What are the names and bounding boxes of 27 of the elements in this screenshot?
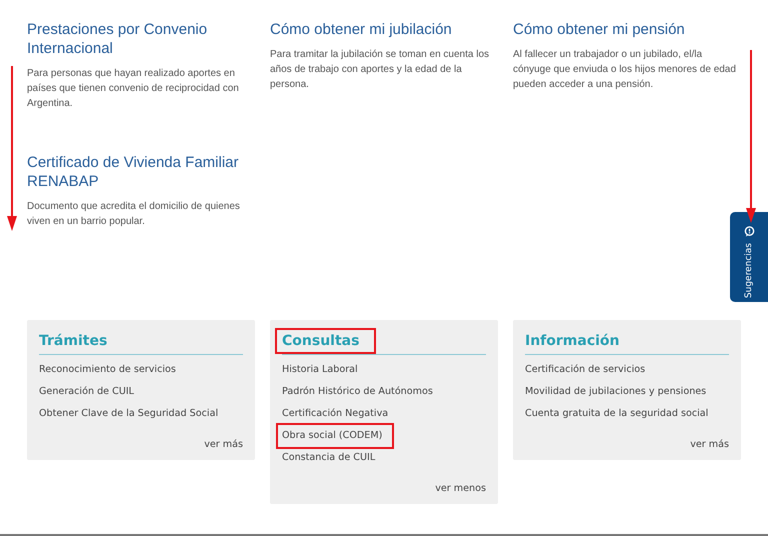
article-description: Documento que acredita el domicilio de quienes viven en un barrio popular. (27, 200, 241, 229)
article-title[interactable]: Cómo obtener mi pensión (513, 20, 741, 39)
more-link[interactable]: ver más (690, 439, 729, 450)
card-title: Consultas (278, 331, 374, 351)
card-link[interactable]: Certificación de servicios (521, 359, 650, 381)
card-link[interactable]: Cuenta gratuita de la seguridad social (521, 403, 712, 425)
card-title: Información (525, 332, 621, 351)
card-title: Trámites (39, 332, 108, 351)
article-description: Para personas que hayan realizado aportes en países que tienen convenio de reciprocidad con Argentina. (27, 67, 240, 111)
more-link[interactable]: ver más (204, 439, 243, 450)
card-link[interactable]: Historia Laboral (278, 359, 362, 381)
more-link[interactable]: ver menos (435, 483, 486, 494)
card-link[interactable]: Reconocimiento de servicios (35, 359, 180, 381)
card-link[interactable]: Generación de CUIL (35, 381, 138, 403)
article-description: Para tramitar la jubilación se toman en cuenta los años de trabajo con aportes y la edad de la persona. (270, 48, 490, 92)
card-link[interactable]: Obtener Clave de la Seguridad Social (35, 403, 222, 425)
card-link[interactable]: Padrón Histórico de Autónomos (278, 381, 437, 403)
article-title[interactable]: Prestaciones por Convenio Internacional (27, 20, 255, 58)
feedback-tab[interactable]: Sugerencias (730, 212, 768, 302)
article-title[interactable]: Certificado de Vivienda Familiar RENABAP (27, 153, 255, 191)
card-link[interactable]: Constancia de CUIL (278, 447, 380, 469)
card-link[interactable]: Obra social (CODEM) (278, 425, 392, 447)
card-link[interactable]: Certificación Negativa (278, 403, 392, 425)
chat-icon (744, 226, 754, 237)
card-link[interactable]: Movilidad de jubilaciones y pensiones (521, 381, 710, 403)
article-title[interactable]: Cómo obtener mi jubilación (270, 20, 498, 39)
article-description: Al fallecer un trabajador o un jubilado, el/la cónyuge que enviuda o los hijos menores de edad pueden acceder a una pensión. (513, 48, 737, 92)
